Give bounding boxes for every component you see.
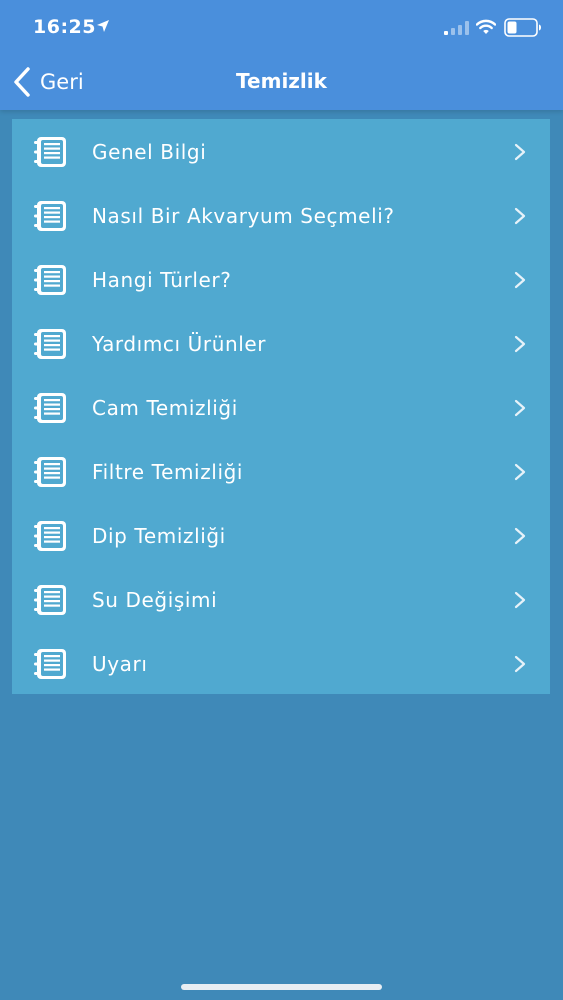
cellular-signal-icon [444, 21, 469, 35]
list-item[interactable]: Cam Temizliği [12, 376, 550, 440]
list-item[interactable]: Filtre Temizliği [12, 440, 550, 504]
list-item[interactable]: Genel Bilgi [12, 120, 550, 184]
chevron-right-icon [514, 399, 526, 417]
list-item-label: Genel Bilgi [92, 140, 207, 164]
status-time: 16:25 [33, 16, 96, 38]
notebook-icon [34, 136, 68, 168]
chevron-right-icon [514, 271, 526, 289]
chevron-right-icon [514, 207, 526, 225]
status-bar: 16:25 [0, 0, 563, 56]
list-item[interactable]: Hangi Türler? [12, 248, 550, 312]
chevron-right-icon [514, 463, 526, 481]
chevron-right-icon [514, 143, 526, 161]
list-item[interactable]: Dip Temizliği [12, 504, 550, 568]
notebook-icon [34, 456, 68, 488]
notebook-icon [34, 392, 68, 424]
location-arrow-icon [97, 20, 109, 32]
chevron-right-icon [514, 335, 526, 353]
list-item-label: Nasıl Bir Akvaryum Seçmeli? [92, 204, 395, 228]
list-item[interactable]: Nasıl Bir Akvaryum Seçmeli? [12, 184, 550, 248]
list-item-label: Hangi Türler? [92, 268, 232, 292]
header: 16:25 Geri Temizlik [0, 0, 563, 110]
menu-list: Genel Bilgi Nasıl Bir Akvaryum Seçmeli? Ha… [12, 119, 550, 694]
navigation-bar: Geri Temizlik [0, 56, 563, 110]
home-indicator[interactable] [181, 984, 382, 990]
list-item[interactable]: Uyarı [12, 632, 550, 696]
notebook-icon [34, 264, 68, 296]
notebook-icon [34, 648, 68, 680]
chevron-right-icon [514, 655, 526, 673]
list-item-label: Uyarı [92, 652, 148, 676]
notebook-icon [34, 200, 68, 232]
list-item-label: Cam Temizliği [92, 396, 238, 420]
page-title: Temizlik [236, 69, 327, 93]
notebook-icon [34, 328, 68, 360]
list-item-label: Yardımcı Ürünler [92, 332, 267, 356]
chevron-right-icon [514, 591, 526, 609]
list-item-label: Su Değişimi [92, 588, 218, 612]
list-item[interactable]: Su Değişimi [12, 568, 550, 632]
battery-icon [504, 18, 541, 37]
list-item[interactable]: Yardımcı Ürünler [12, 312, 550, 376]
notebook-icon [34, 520, 68, 552]
list-item-label: Filtre Temizliği [92, 460, 244, 484]
wifi-icon [476, 19, 496, 34]
notebook-icon [34, 584, 68, 616]
list-item-label: Dip Temizliği [92, 524, 226, 548]
chevron-right-icon [514, 527, 526, 545]
